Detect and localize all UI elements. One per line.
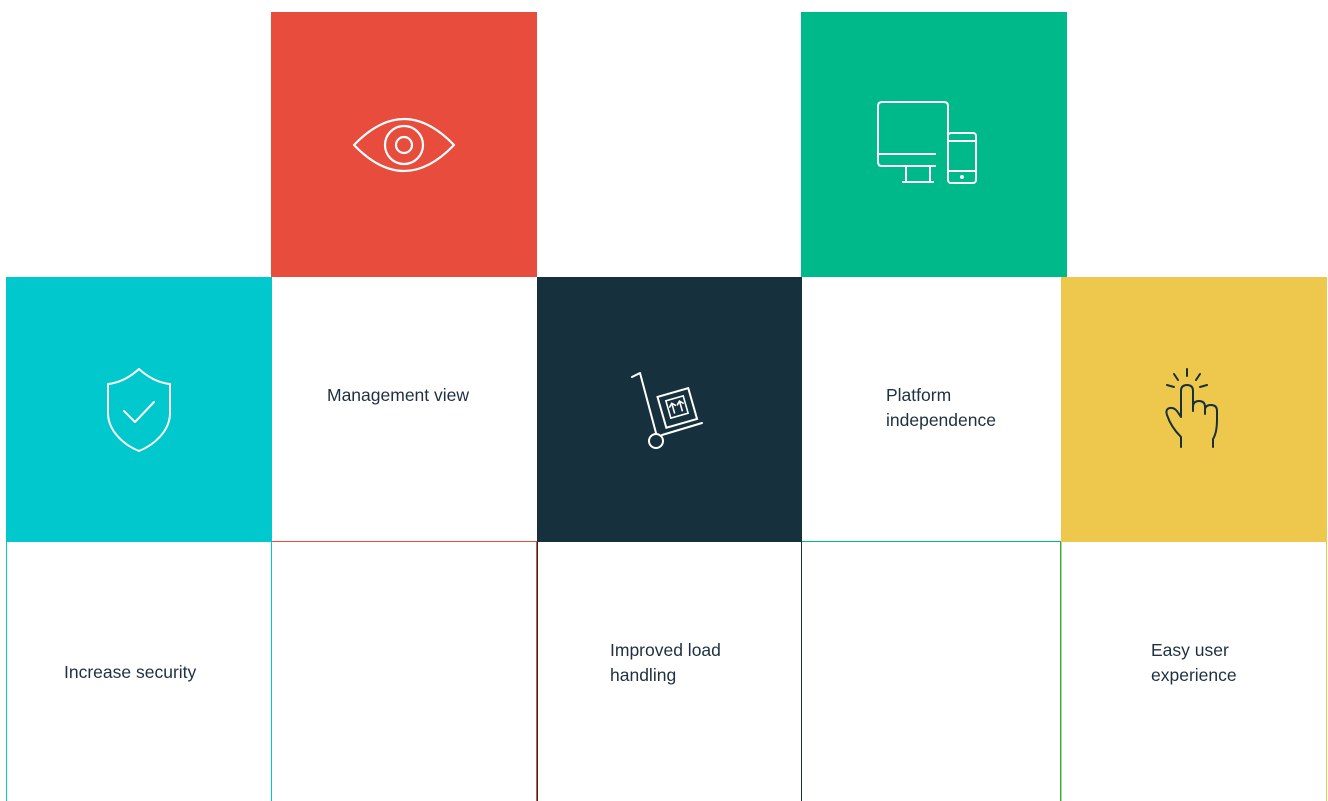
platform-independence-icon-tile: [801, 12, 1067, 277]
devices-icon: [877, 100, 977, 184]
easy-user-experience-label: Easy user experience: [1151, 640, 1237, 685]
pointer-hand-icon: [1165, 367, 1218, 448]
easy-user-experience-icon-tile: [1061, 277, 1327, 542]
platform-independence-tile: Platform independence: [802, 277, 1061, 542]
eye-icon: [352, 117, 456, 172]
improved-load-handling-tile: Improved load handling: [537, 542, 802, 801]
feature-grid: Management view Platform independence In…: [0, 0, 1328, 801]
management-view-label: Management view: [327, 385, 470, 405]
hand-truck-icon: [630, 371, 703, 449]
management-view-icon-tile: [271, 12, 537, 277]
easy-user-experience-tile: Easy user experience: [1061, 542, 1327, 801]
increase-security-label: Increase security: [64, 662, 197, 682]
improved-load-handling-label: Improved load handling: [610, 640, 721, 685]
improved-load-handling-icon-tile: [537, 277, 802, 542]
shield-check-icon: [107, 367, 171, 452]
increase-security-icon-tile: [6, 277, 272, 542]
empty-cell: [801, 542, 1061, 801]
platform-independence-label: Platform independence: [886, 385, 996, 430]
management-view-tile: Management view: [272, 277, 537, 542]
increase-security-tile: Increase security: [6, 542, 272, 801]
empty-cell: [271, 542, 537, 801]
